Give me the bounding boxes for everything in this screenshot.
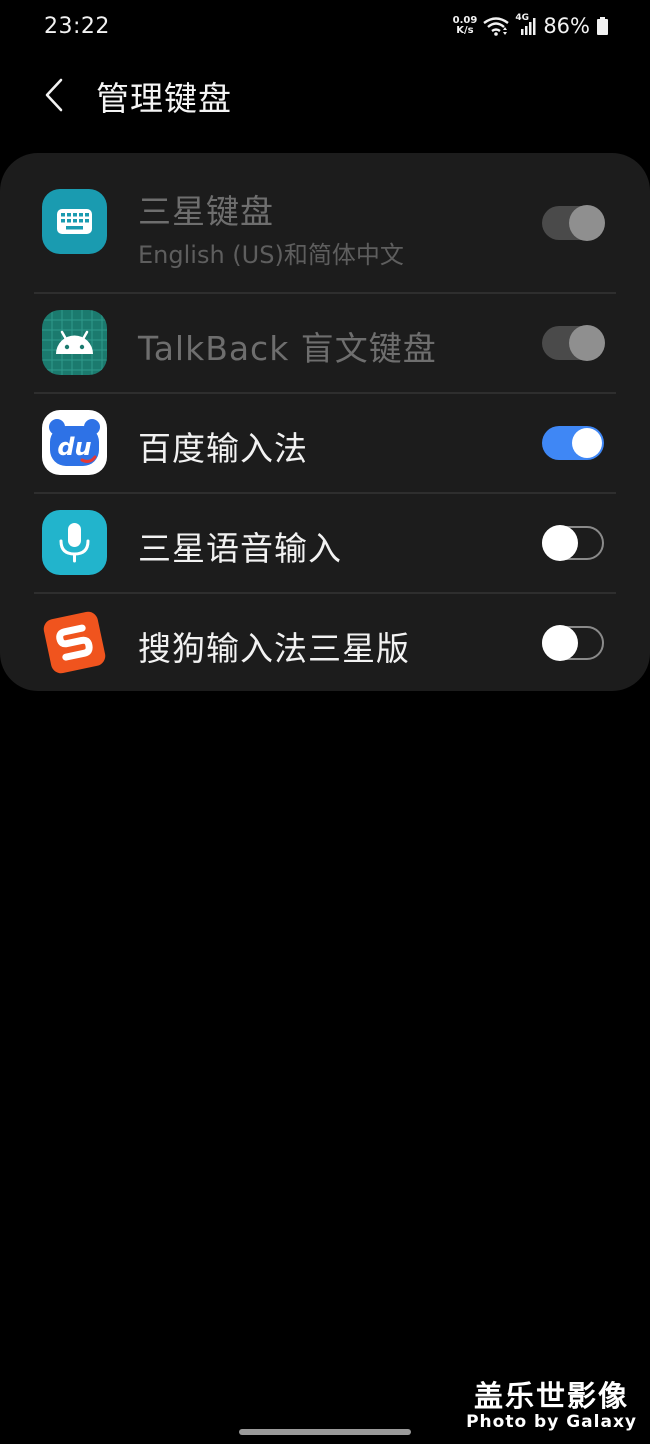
- app-bar: 管理键盘: [0, 60, 650, 130]
- watermark: 盖乐世影像 Photo by Galaxy: [466, 1380, 637, 1432]
- status-bar: 23:22 0.09 K/s 4G 86%: [0, 0, 650, 56]
- keyboard-row-baidu[interactable]: du 百度输入法: [0, 394, 650, 493]
- svg-text:du: du: [57, 433, 91, 461]
- page-title: 管理键盘: [96, 79, 232, 118]
- battery-percent: 86%: [543, 14, 590, 38]
- keyboard-toggle[interactable]: [542, 625, 604, 661]
- keyboard-toggle[interactable]: [542, 525, 604, 561]
- watermark-subtitle: Photo by Galaxy: [466, 1412, 637, 1432]
- microphone-icon: [42, 510, 107, 575]
- home-indicator[interactable]: [239, 1429, 411, 1435]
- keyboard-list-card: 三星键盘 English (US)和简体中文 TalkBack 盲文键盘 du …: [0, 153, 650, 691]
- cellular-signal-icon: 4G: [515, 13, 537, 37]
- keyboard-toggle[interactable]: [542, 325, 605, 361]
- watermark-title: 盖乐世影像: [474, 1379, 630, 1413]
- keyboard-row-sogou[interactable]: 搜狗输入法三星版: [0, 594, 650, 691]
- keyboard-name: 搜狗输入法三星版: [138, 629, 410, 668]
- chevron-left-icon: [45, 78, 63, 112]
- keyboard-name: TalkBack 盲文键盘: [138, 329, 437, 368]
- battery-icon: [597, 17, 608, 35]
- back-button[interactable]: [32, 70, 76, 120]
- wifi-icon: [483, 17, 510, 36]
- status-icons: 0.09 K/s 4G 86%: [453, 13, 608, 38]
- net-speed-unit: K/s: [456, 25, 474, 36]
- sogou-s-icon: [42, 610, 107, 675]
- keyboard-row-samsung-voice-input[interactable]: 三星语音输入: [0, 494, 650, 593]
- keyboard-row-talkback-braille[interactable]: TalkBack 盲文键盘: [0, 294, 650, 393]
- keyboard-row-samsung-keyboard[interactable]: 三星键盘 English (US)和简体中文: [0, 153, 650, 293]
- keyboard-subtitle: English (US)和简体中文: [138, 241, 404, 269]
- keyboard-name: 三星语音输入: [138, 529, 342, 568]
- android-braille-icon: [42, 310, 107, 375]
- keyboard-toggle[interactable]: [542, 426, 604, 460]
- keyboard-toggle[interactable]: [542, 205, 605, 241]
- status-time: 23:22: [44, 14, 110, 39]
- baidu-du-icon: du: [42, 410, 107, 475]
- keyboard-name: 百度输入法: [138, 429, 308, 468]
- samsung-keyboard-icon: [42, 189, 107, 254]
- keyboard-name: 三星键盘: [138, 192, 274, 231]
- network-speed: 0.09 K/s: [453, 16, 478, 36]
